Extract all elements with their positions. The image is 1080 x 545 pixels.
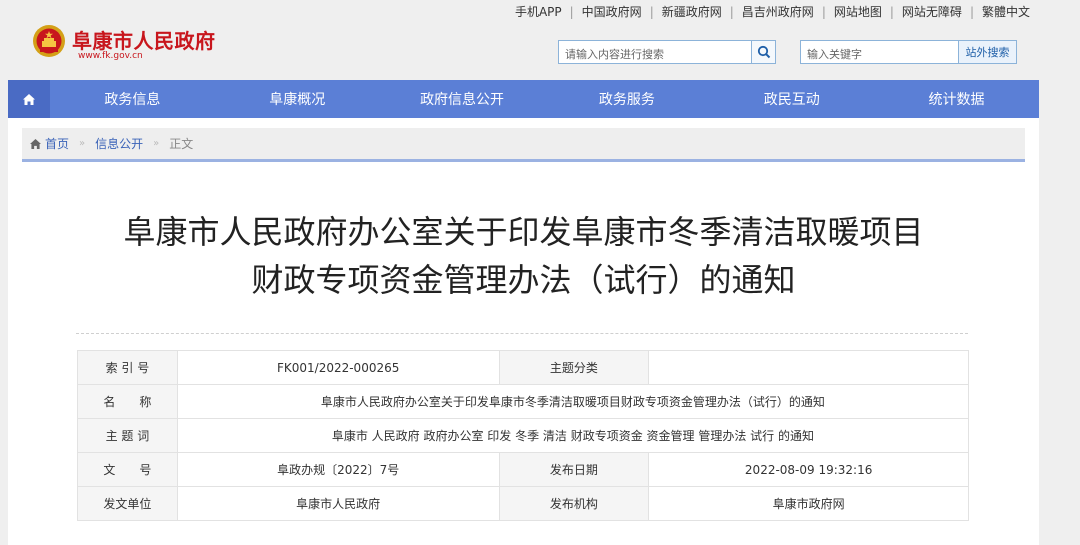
table-row: 文 号 阜政办规〔2022〕7号 发布日期 2022-08-09 19:32:1… [77, 452, 969, 487]
home-icon [23, 93, 35, 105]
content-panel: 首页 » 信息公开 » 正文 阜康市人民政府办公室关于印发阜康市冬季清洁取暖项目… [8, 118, 1039, 545]
site-url: www.fk.gov.cn [78, 51, 143, 61]
divider: | [889, 4, 894, 19]
site-search: 请输入内容进行搜索 [558, 40, 776, 64]
nav-item-fukang-overview[interactable]: 阜康概况 [215, 80, 380, 118]
search-button[interactable] [751, 41, 775, 63]
publish-date-label: 发布日期 [498, 452, 650, 487]
index-number-label: 索 引 号 [77, 350, 178, 385]
article-title: 阜康市人民政府办公室关于印发阜康市冬季清洁取暖项目 财政专项资金管理办法（试行）… [38, 208, 1009, 304]
nav-item-interaction[interactable]: 政民互动 [709, 80, 874, 118]
topic-category-label: 主题分类 [498, 350, 650, 385]
link-site-map[interactable]: 网站地图 [834, 3, 882, 20]
main-nav: 政务信息 阜康概况 政府信息公开 政务服务 政民互动 统计数据 [8, 80, 1039, 118]
issuing-unit-value: 阜康市人民政府 [176, 486, 500, 521]
article-title-line-2: 财政专项资金管理办法（试行）的通知 [251, 261, 796, 299]
breadcrumb-separator: » [79, 138, 86, 149]
table-row: 发文单位 阜康市人民政府 发布机构 阜康市政府网 [77, 486, 969, 521]
breadcrumb-home[interactable]: 首页 [45, 135, 69, 152]
divider: | [649, 4, 654, 19]
keywords-value: 阜康市 人民政府 政府办公室 印发 冬季 清洁 财政专项资金 资金管理 管理办法… [176, 418, 970, 453]
name-value: 阜康市人民政府办公室关于印发阜康市冬季清洁取暖项目财政专项资金管理办法（试行）的… [176, 384, 970, 419]
publishing-agency-label: 发布机构 [498, 486, 650, 521]
link-china-gov[interactable]: 中国政府网 [582, 3, 642, 20]
nav-item-gov-info[interactable]: 政务信息 [50, 80, 215, 118]
keyword-input[interactable]: 输入关键字 [801, 41, 958, 63]
publish-date-value: 2022-08-09 19:32:16 [648, 452, 969, 487]
link-mobile-app[interactable]: 手机APP [515, 3, 562, 20]
home-icon [30, 138, 41, 149]
search-input[interactable]: 请输入内容进行搜索 [559, 41, 751, 63]
nav-item-info-disclosure[interactable]: 政府信息公开 [380, 80, 545, 118]
index-number-value: FK001/2022-000265 [176, 350, 500, 385]
breadcrumb: 首页 » 信息公开 » 正文 [22, 128, 1025, 162]
divider [76, 333, 968, 334]
issuing-unit-label: 发文单位 [77, 486, 178, 521]
nav-item-gov-services[interactable]: 政务服务 [544, 80, 709, 118]
table-row: 名 称 阜康市人民政府办公室关于印发阜康市冬季清洁取暖项目财政专项资金管理办法（… [77, 384, 970, 419]
table-row: 主 题 词 阜康市 人民政府 政府办公室 印发 冬季 清洁 财政专项资金 资金管… [77, 418, 970, 453]
breadcrumb-info-disclosure[interactable]: 信息公开 [95, 135, 143, 152]
publishing-agency-value: 阜康市政府网 [648, 486, 969, 521]
divider: | [729, 4, 734, 19]
search-icon [757, 45, 770, 59]
table-row: 索 引 号 FK001/2022-000265 主题分类 [77, 350, 969, 385]
nav-home[interactable] [8, 80, 50, 118]
keywords-label: 主 题 词 [77, 418, 178, 453]
nav-item-statistics[interactable]: 统计数据 [874, 80, 1039, 118]
document-metadata-table: 索 引 号 FK001/2022-000265 主题分类 名 称 阜康市人民政府… [77, 350, 970, 521]
link-changji-gov[interactable]: 昌吉州政府网 [742, 3, 814, 20]
name-label: 名 称 [77, 384, 178, 419]
link-accessibility[interactable]: 网站无障碍 [902, 3, 962, 20]
breadcrumb-current: 正文 [169, 137, 194, 151]
article-title-line-1: 阜康市人民政府办公室关于印发阜康市冬季清洁取暖项目 [123, 213, 924, 251]
breadcrumb-separator: » [153, 138, 160, 149]
emblem-logo[interactable] [32, 24, 66, 58]
divider: | [569, 4, 574, 19]
divider: | [969, 4, 974, 19]
external-search: 输入关键字 站外搜索 [800, 40, 1017, 64]
site-title[interactable]: 阜康市人民政府 [72, 25, 216, 54]
document-number-label: 文 号 [77, 452, 178, 487]
link-traditional-chinese[interactable]: 繁體中文 [982, 3, 1030, 20]
top-links-bar: 手机APP | 中国政府网 | 新疆政府网 | 昌吉州政府网 | 网站地图 | … [515, 3, 1030, 20]
external-search-button[interactable]: 站外搜索 [958, 41, 1016, 63]
document-number-value: 阜政办规〔2022〕7号 [176, 452, 500, 487]
link-xinjiang-gov[interactable]: 新疆政府网 [662, 3, 722, 20]
topic-category-value [648, 350, 969, 385]
divider: | [821, 4, 826, 19]
